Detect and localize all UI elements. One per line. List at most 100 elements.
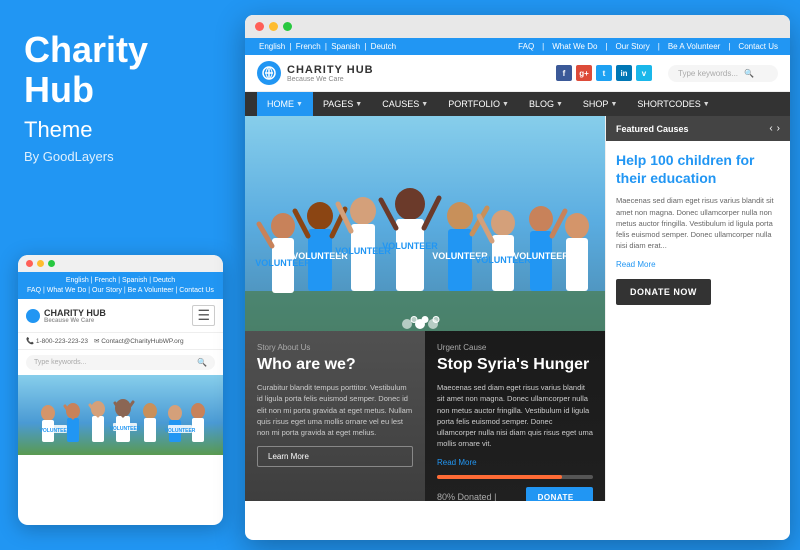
nav-causes-arrow: ▼ [421,101,428,108]
mobile-top-bar: English | French | Spanish | Deutch FAQ … [18,272,223,299]
linkedin-icon[interactable]: in [616,65,632,81]
mobile-header: CHARITY HUB Because We Care ☰ [18,299,223,333]
nav-shop-arrow: ▼ [610,101,617,108]
story-panel-title: Who are we? [257,355,413,374]
desktop-logo: CHARITY HUB Because We Care [257,61,374,85]
desktop-main-content: VOLUNTEER VOLUNTEER VOLUNTEER [245,116,790,501]
desktop-header: CHARITY HUB Because We Care f g+ t in v … [245,55,790,92]
featured-donate-button[interactable]: DONATE NOW [616,279,711,305]
svg-text:VOLUNTEER: VOLUNTEER [513,251,569,261]
featured-causes-content: Help 100 children for their education Ma… [606,141,790,315]
hero-image: VOLUNTEER VOLUNTEER VOLUNTEER [245,116,605,331]
learn-more-button[interactable]: Learn More [257,446,413,467]
nav-item-shop[interactable]: SHOP ▼ [573,92,627,116]
mobile-search-bar[interactable]: Type keywords... 🔍 [26,355,215,370]
mobile-window-controls [18,255,223,272]
nav-item-causes[interactable]: CAUSES ▼ [372,92,438,116]
bottom-panels: Story About Us Who are we? Curabitur bla… [245,331,605,501]
desktop-mockup: English | French | Spanish | Deutch FAQ … [245,15,790,540]
brand-by: By GoodLayers [24,149,216,164]
vimeo-icon[interactable]: v [636,65,652,81]
urgent-panel-label: Urgent Cause [437,343,593,352]
featured-causes-arrows: ‹ › [769,123,780,134]
nav-pages-arrow: ▼ [355,101,362,108]
nav-item-blog[interactable]: BLOG ▼ [519,92,573,116]
desktop-search-bar[interactable]: Type keywords... 🔍 [668,65,778,82]
hero-dot-1[interactable] [411,316,418,323]
progress-bar-fill [437,475,562,479]
mobile-maximize-dot [48,260,55,267]
featured-causes-header: Featured Causes ‹ › [606,116,790,141]
nav-item-portfolio[interactable]: PORTFOLIO ▼ [438,92,519,116]
urgent-read-more[interactable]: Read More [437,458,593,467]
progress-bar-background [437,475,593,479]
hero-section: VOLUNTEER VOLUNTEER VOLUNTEER [245,116,605,501]
mobile-close-dot [26,260,33,267]
brand-theme: Theme [24,117,216,143]
mobile-mockup: English | French | Spanish | Deutch FAQ … [18,255,223,525]
urgent-panel-text: Maecenas sed diam eget risus varius blan… [437,382,593,450]
nav-item-home[interactable]: HOME ▼ [257,92,313,116]
svg-text:VOLUNTEER: VOLUNTEER [165,428,196,434]
nav-shortcodes-arrow: ▼ [703,101,710,108]
mobile-logo: CHARITY HUB Because We Care [26,308,106,324]
story-panel: Story About Us Who are we? Curabitur bla… [245,331,425,501]
featured-causes-sidebar: Featured Causes ‹ › Help 100 children fo… [605,116,790,501]
featured-cause-body: Maecenas sed diam eget risus varius blan… [616,195,780,251]
mobile-phone: 📞 1-800-223-223-23 [26,337,88,345]
google-plus-icon[interactable]: g+ [576,65,592,81]
hero-slider-dots [411,316,440,323]
desktop-search-icon: 🔍 [744,69,754,78]
nav-item-pages[interactable]: PAGES ▼ [313,92,372,116]
desktop-search-placeholder: Type keywords... [678,69,738,78]
urgent-donate-button[interactable]: DONATE NOW [526,487,593,501]
hero-dot-3[interactable] [433,316,440,323]
brand-title: Charity Hub [24,30,216,109]
facebook-icon[interactable]: f [556,65,572,81]
urgent-actions: 80% Donated | $59,666 To Go DONATE NOW [437,487,593,501]
left-branding-panel: Charity Hub Theme By GoodLayers English … [0,0,240,550]
charity-hub-logo-icon [257,61,281,85]
featured-next-arrow[interactable]: › [777,123,780,134]
urgent-panel: Urgent Cause Stop Syria's Hunger Maecena… [425,331,605,501]
nav-home-arrow: ▼ [296,101,303,108]
topbar-lang-links: English | French | Spanish | Deutch [257,42,398,51]
desktop-minimize-dot [269,22,278,31]
mobile-email: ✉ Contact@CharityHubWP.org [94,337,184,345]
featured-causes-title: Featured Causes [616,124,689,134]
featured-cause-heading: Help 100 children for their education [616,151,780,187]
desktop-close-dot [255,22,264,31]
story-panel-label: Story About Us [257,343,413,352]
desktop-logo-text: CHARITY HUB [287,64,374,76]
desktop-window-controls [245,15,790,38]
mobile-contact-bar: 📞 1-800-223-223-23 ✉ Contact@CharityHubW… [18,333,223,350]
nav-item-shortcodes[interactable]: SHORTCODES ▼ [627,92,719,116]
desktop-navigation: HOME ▼ PAGES ▼ CAUSES ▼ PORTFOLIO ▼ BLOG… [245,92,790,116]
svg-text:VOLUNTEER: VOLUNTEER [110,426,141,432]
featured-prev-arrow[interactable]: ‹ [769,123,772,134]
hero-dot-2[interactable] [422,316,429,323]
mobile-lang-links: English | French | Spanish | Deutch [26,277,215,284]
urgent-separator: | [494,492,496,501]
mobile-hamburger-icon[interactable]: ☰ [192,305,215,326]
story-panel-text: Curabitur blandit tempus porttitor. Vest… [257,382,413,438]
desktop-logo-sub: Because We Care [287,76,374,83]
featured-read-more-link[interactable]: Read More [616,260,780,269]
desktop-topbar: English | French | Spanish | Deutch FAQ … [245,38,790,55]
mobile-hero-image: VOLUNTEER VOLUNTEER VOLUNTEER [18,375,223,455]
svg-text:VOLUNTEER: VOLUNTEER [40,428,71,434]
progress-bar-container [437,475,593,479]
topbar-right-links: FAQ | What We Do | Our Story | Be A Volu… [518,42,778,51]
urgent-progress-label: 80% Donated | $59,666 To Go [437,492,526,501]
social-icons-group: f g+ t in v [556,65,652,81]
svg-text:VOLUNTEER: VOLUNTEER [382,241,438,251]
twitter-icon[interactable]: t [596,65,612,81]
desktop-maximize-dot [283,22,292,31]
mobile-search-placeholder: Type keywords... [34,359,87,366]
mobile-minimize-dot [37,260,44,267]
nav-blog-arrow: ▼ [556,101,563,108]
mobile-search-icon: 🔍 [197,358,207,367]
mobile-nav-links: FAQ | What We Do | Our Story | Be A Volu… [26,287,215,294]
nav-portfolio-arrow: ▼ [502,101,509,108]
mobile-logo-icon [26,309,40,323]
